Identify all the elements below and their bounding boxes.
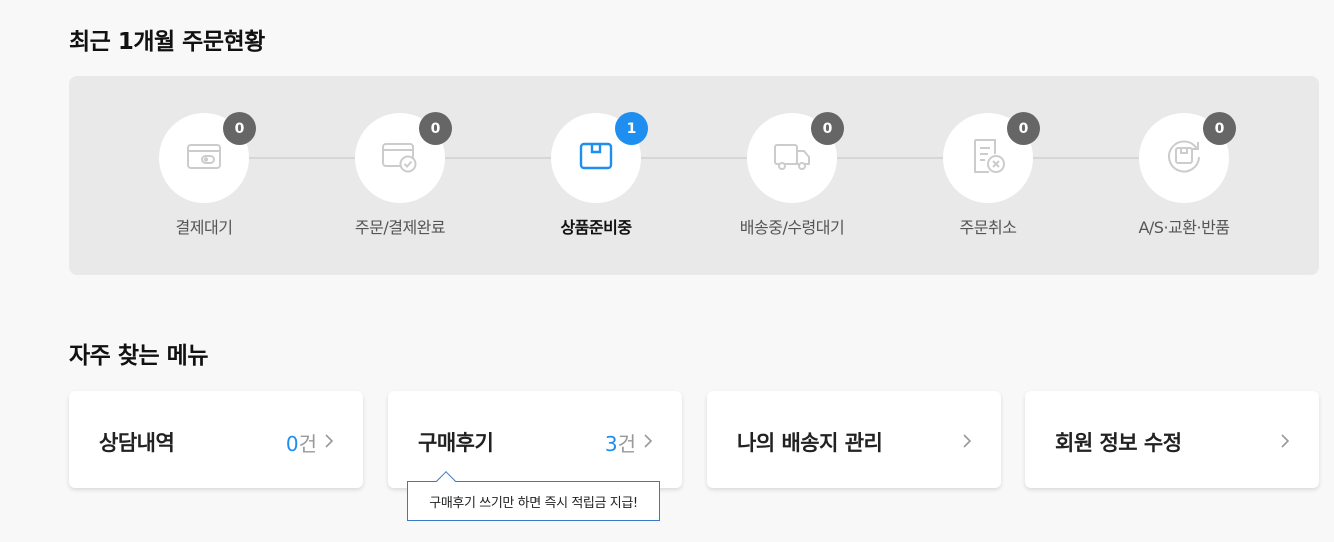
count-unit: 건 — [298, 432, 317, 456]
order-step-preparing[interactable]: 1 상품준비중 — [516, 112, 676, 238]
step-count-badge: 1 — [615, 112, 648, 145]
truck-icon — [771, 135, 813, 181]
step-label: 주문/결제완료 — [354, 218, 446, 237]
return-icon — [1163, 135, 1205, 181]
count-unit: 건 — [617, 432, 636, 456]
review-reward-tooltip: 구매후기 쓰기만 하면 즉시 적립금 지급! — [407, 471, 660, 521]
wallet-icon — [183, 135, 225, 181]
count-number: 3 — [604, 432, 618, 456]
payment-complete-icon — [379, 135, 421, 181]
step-circle[interactable]: 0 — [1139, 112, 1236, 203]
recent-orders-title: 최근 1개월 주문현황 — [69, 29, 265, 55]
step-label: 결제대기 — [175, 218, 233, 237]
box-icon — [575, 135, 617, 181]
step-count-badge: 0 — [419, 112, 452, 145]
shipping-address-card[interactable]: 나의 배송지 관리 — [707, 391, 1001, 488]
card-label: 나의 배송지 관리 — [737, 431, 883, 455]
card-label: 상담내역 — [99, 431, 175, 455]
order-step-payment-complete[interactable]: 0 주문/결제완료 — [320, 112, 480, 238]
step-count-badge: 0 — [1007, 112, 1040, 145]
step-circle[interactable]: 0 — [159, 112, 256, 203]
step-count-badge: 0 — [1203, 112, 1236, 145]
card-count: 3건 — [605, 428, 636, 457]
step-count-badge: 0 — [223, 112, 256, 145]
step-label: 주문취소 — [959, 218, 1017, 237]
chevron-right-icon — [325, 434, 334, 448]
member-info-card[interactable]: 회원 정보 수정 — [1025, 391, 1319, 488]
step-circle[interactable]: 0 — [747, 112, 844, 203]
frequent-menu-title: 자주 찾는 메뉴 — [69, 343, 208, 369]
chevron-right-icon — [644, 434, 653, 448]
purchase-review-card[interactable]: 구매후기 3건 — [388, 391, 682, 488]
order-step-payment-pending[interactable]: 0 결제대기 — [124, 112, 284, 238]
consultation-history-card[interactable]: 상담내역 0건 — [69, 391, 363, 488]
order-step-cancelled[interactable]: 0 주문취소 — [908, 112, 1068, 238]
step-circle[interactable]: 0 — [943, 112, 1040, 203]
chevron-right-icon — [1281, 434, 1290, 448]
chevron-right-icon — [963, 434, 972, 448]
card-label: 구매후기 — [418, 431, 494, 455]
step-count-badge: 0 — [811, 112, 844, 145]
order-step-shipping[interactable]: 0 배송중/수령대기 — [712, 112, 872, 238]
card-count: 0건 — [286, 428, 317, 457]
tooltip-text: 구매후기 쓰기만 하면 즉시 적립금 지급! — [429, 495, 638, 511]
step-circle[interactable]: 1 — [551, 112, 648, 203]
step-label: 상품준비중 — [560, 218, 632, 237]
count-number: 0 — [285, 432, 299, 456]
card-label: 회원 정보 수정 — [1055, 431, 1182, 455]
step-label: A/S·교환·반품 — [1138, 218, 1230, 237]
order-status-panel: 0 결제대기 0 주문/결제완료 1 상품준비중 0 배송중/수령대기 0 주문… — [69, 76, 1319, 275]
step-label: 배송중/수령대기 — [739, 218, 845, 237]
cancel-document-icon — [967, 135, 1009, 181]
order-step-returns[interactable]: 0 A/S·교환·반품 — [1104, 112, 1264, 238]
step-circle[interactable]: 0 — [355, 112, 452, 203]
